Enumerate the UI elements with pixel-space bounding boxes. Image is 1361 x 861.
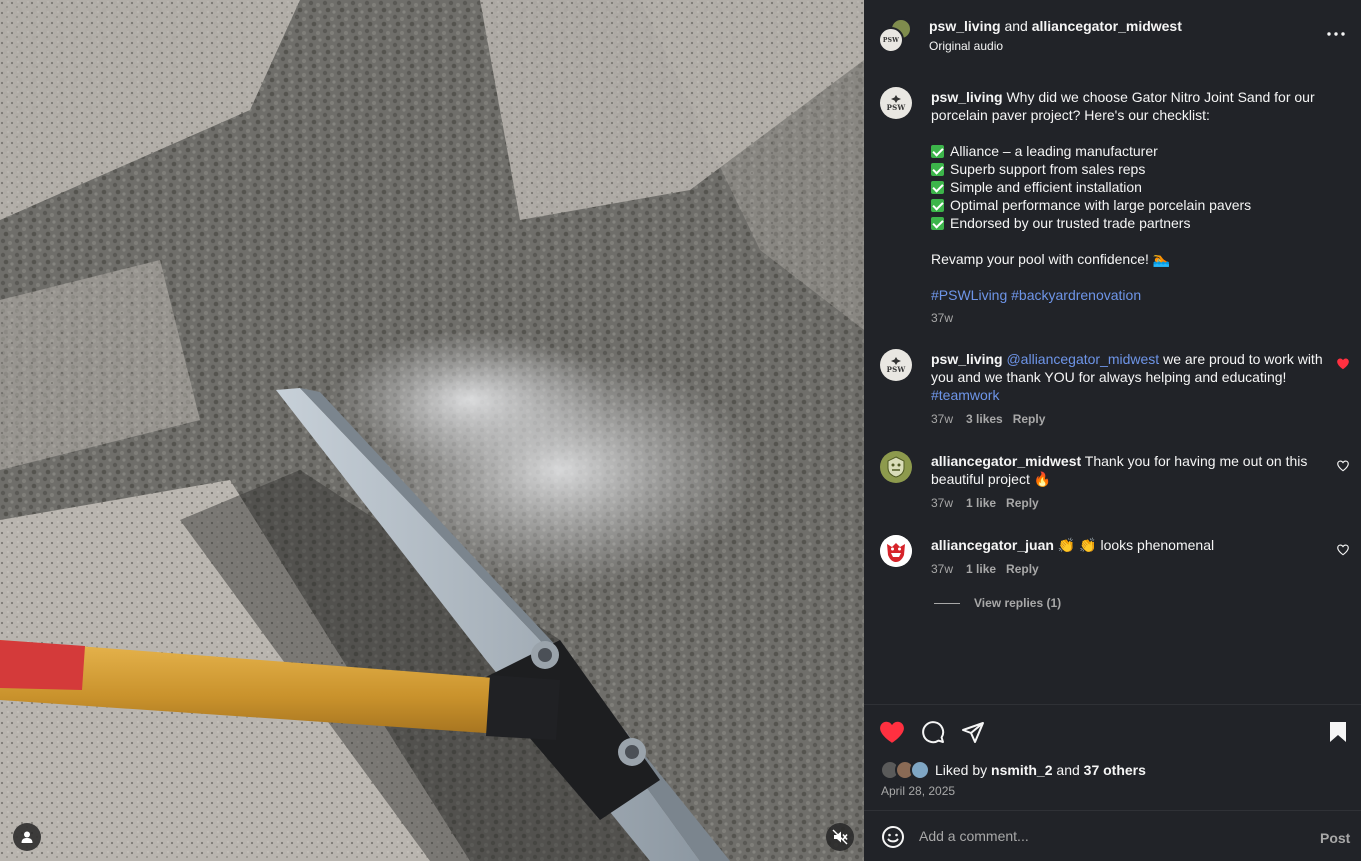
checklist-item: Superb support from sales reps bbox=[931, 160, 1336, 178]
comment-likes[interactable]: 1 like bbox=[966, 496, 996, 510]
liker-avatar bbox=[910, 760, 930, 780]
liked-by-user[interactable]: nsmith_2 bbox=[991, 762, 1052, 778]
comment-button[interactable] bbox=[920, 719, 946, 745]
liked-by-summary: Liked by nsmith_2 and 37 others bbox=[935, 762, 1146, 778]
comment-mention[interactable]: @alliancegator_midwest bbox=[1006, 351, 1159, 367]
view-replies-dash bbox=[934, 602, 960, 604]
post-side-panel: PSW psw_living and alliancegator_midwest… bbox=[864, 0, 1361, 861]
checkmark-icon bbox=[931, 181, 944, 194]
header-user-psw[interactable]: psw_living bbox=[929, 18, 1001, 34]
emoji-icon[interactable] bbox=[881, 825, 905, 849]
psw-logo-text: PSW bbox=[886, 364, 906, 374]
comment: alliancegator_juan 👏 👏 looks phenomenal bbox=[931, 536, 1326, 554]
gator-logo-icon bbox=[887, 456, 905, 478]
muted-speaker-icon bbox=[832, 829, 848, 845]
bookmark-icon bbox=[1330, 722, 1346, 742]
comment-avatar[interactable] bbox=[880, 451, 912, 483]
user-tag-icon bbox=[21, 831, 33, 843]
psw-logo-text: PSW bbox=[886, 102, 906, 112]
like-button[interactable] bbox=[879, 719, 905, 745]
comment-like-heart-icon[interactable] bbox=[1336, 357, 1350, 371]
comment-meta: 37w 3 likes Reply bbox=[931, 412, 1045, 426]
video-frame bbox=[0, 0, 864, 861]
reply-button[interactable]: Reply bbox=[1013, 412, 1046, 426]
checkmark-icon bbox=[931, 217, 944, 230]
collab-avatars[interactable]: PSW bbox=[878, 18, 914, 54]
psw-logo-text: PSW bbox=[882, 36, 900, 44]
comment-icon bbox=[922, 721, 945, 744]
liked-by-joiner: and bbox=[1052, 762, 1084, 778]
checkmark-icon bbox=[931, 163, 944, 176]
reply-button[interactable]: Reply bbox=[1006, 496, 1039, 510]
caption: psw_living Why did we choose Gator Nitro… bbox=[931, 88, 1336, 304]
header-joiner: and bbox=[1000, 18, 1032, 34]
psw-logo-icon bbox=[891, 356, 901, 365]
heart-icon bbox=[880, 721, 904, 743]
more-icon bbox=[1327, 32, 1345, 36]
comment-meta: 37w 1 like Reply bbox=[931, 562, 1039, 576]
tagged-users-button[interactable] bbox=[13, 823, 41, 851]
view-replies-button[interactable]: View replies (1) bbox=[934, 596, 1061, 610]
caption-time[interactable]: 37w bbox=[931, 311, 953, 325]
comment: alliancegator_midwest Thank you for havi… bbox=[931, 452, 1326, 488]
header-user-alliancegator[interactable]: alliancegator_midwest bbox=[1032, 18, 1182, 34]
psw-logo-icon bbox=[891, 94, 901, 103]
comment: psw_living @alliancegator_midwest we are… bbox=[931, 350, 1326, 404]
reply-button[interactable]: Reply bbox=[1006, 562, 1039, 576]
checklist-item: Endorsed by our trusted trade partners bbox=[931, 214, 1336, 232]
avatar-psw: PSW bbox=[878, 27, 904, 53]
audio-label[interactable]: Original audio bbox=[929, 39, 1003, 53]
share-icon bbox=[962, 722, 984, 743]
comment-meta: 37w 1 like Reply bbox=[931, 496, 1039, 510]
share-button[interactable] bbox=[960, 719, 986, 745]
comment-likes[interactable]: 3 likes bbox=[966, 412, 1003, 426]
save-button[interactable] bbox=[1325, 719, 1351, 745]
comment-text: 👏 👏 looks phenomenal bbox=[1053, 537, 1215, 553]
comment-likes[interactable]: 1 like bbox=[966, 562, 996, 576]
checkmark-icon bbox=[931, 145, 944, 158]
mute-toggle-button[interactable] bbox=[826, 823, 854, 851]
checklist-item: Alliance – a leading manufacturer bbox=[931, 142, 1336, 160]
header-usernames: psw_living and alliancegator_midwest bbox=[929, 18, 1182, 34]
checklist-item: Optimal performance with large porcelain… bbox=[931, 196, 1336, 214]
comment-like-heart-icon[interactable] bbox=[1336, 459, 1350, 473]
liked-by-others[interactable]: 37 others bbox=[1084, 762, 1146, 778]
post-media-video[interactable] bbox=[0, 0, 864, 861]
comment-username[interactable]: alliancegator_juan bbox=[931, 537, 1054, 553]
more-options-button[interactable] bbox=[1326, 24, 1346, 44]
add-comment-bar: Post bbox=[864, 810, 1361, 861]
comment-time[interactable]: 37w bbox=[931, 496, 953, 510]
comment-avatar[interactable] bbox=[880, 535, 912, 567]
post-comment-button[interactable]: Post bbox=[1320, 830, 1350, 846]
comment-time[interactable]: 37w bbox=[931, 412, 953, 426]
comment-hashtag[interactable]: #teamwork bbox=[931, 387, 999, 403]
post-actions: Liked by nsmith_2 and 37 others April 28… bbox=[864, 704, 1361, 810]
caption-username[interactable]: psw_living bbox=[931, 89, 1003, 105]
liked-by-prefix: Liked by bbox=[935, 762, 992, 778]
post-date[interactable]: April 28, 2025 bbox=[881, 784, 955, 798]
comment-input[interactable] bbox=[919, 823, 1299, 849]
post-header: PSW psw_living and alliancegator_midwest… bbox=[864, 0, 1361, 66]
likers-avatars[interactable] bbox=[880, 760, 934, 780]
caption-hashtags[interactable]: #PSWLiving #backyardrenovation bbox=[931, 286, 1336, 304]
checklist-item: Simple and efficient installation bbox=[931, 178, 1336, 196]
comment-like-heart-icon[interactable] bbox=[1336, 543, 1350, 557]
checkmark-icon bbox=[931, 199, 944, 212]
comment-username[interactable]: psw_living bbox=[931, 351, 1003, 367]
comment-time[interactable]: 37w bbox=[931, 562, 953, 576]
comment-avatar[interactable]: PSW bbox=[880, 349, 912, 381]
caption-avatar[interactable]: PSW bbox=[880, 87, 912, 119]
caption-closing: Revamp your pool with confidence! 🏊 bbox=[931, 251, 1171, 267]
comment-username[interactable]: alliancegator_midwest bbox=[931, 453, 1081, 469]
juan-logo-icon bbox=[880, 535, 912, 567]
